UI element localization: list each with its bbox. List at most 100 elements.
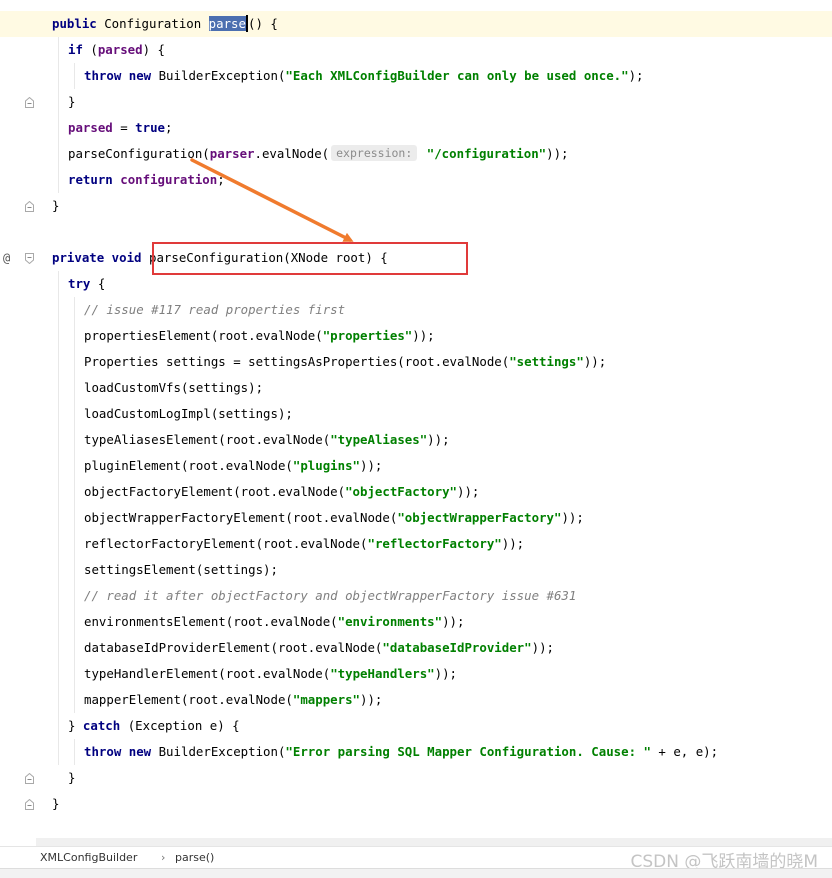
code-token: )); [531,640,554,655]
code-token: databaseIdProviderElement(root.evalNode( [84,640,383,655]
code-token: (Exception e) { [120,718,240,733]
code-line[interactable]: pluginElement(root.evalNode("plugins")); [0,453,832,479]
code-token: Properties settings = settingsAsProperti… [84,354,510,369]
breadcrumb-separator: › [161,851,166,864]
code-line[interactable]: } catch (Exception e) { [0,713,832,739]
code-line[interactable]: private void parseConfiguration(XNode ro… [0,245,832,271]
string-token: "objectFactory" [345,484,457,499]
code-token: )); [501,536,525,551]
code-line-text: typeHandlerElement(root.evalNode("typeHa… [84,661,457,687]
keyword-token: public [52,16,97,31]
code-line[interactable]: parsed = true; [0,115,832,141]
code-line[interactable]: // read it after objectFactory and objec… [0,583,832,609]
keyword-token: true [135,120,165,135]
keyword-token: if [68,42,83,57]
keyword-token: throw new [84,744,152,759]
code-token: parseConfiguration( [68,146,210,161]
code-token: loadCustomVfs(settings); [84,380,264,395]
code-token: )); [457,484,480,499]
code-line-text: databaseIdProviderElement(root.evalNode(… [84,635,554,661]
code-line-text: Properties settings = settingsAsProperti… [84,349,606,375]
code-token: () { [247,16,278,31]
keyword-token: try [68,276,91,291]
code-line[interactable]: throw new BuilderException("Each XMLConf… [0,63,832,89]
breadcrumb-class[interactable]: XMLConfigBuilder [40,851,137,864]
code-line[interactable]: // issue #117 read properties first [0,297,832,323]
code-line-text: throw new BuilderException("Error parsin… [84,739,718,765]
code-line[interactable]: typeHandlerElement(root.evalNode("typeHa… [0,661,832,687]
code-line[interactable]: Properties settings = settingsAsProperti… [0,349,832,375]
code-line[interactable]: objectFactoryElement(root.evalNode("obje… [0,479,832,505]
horizontal-scrollbar[interactable] [36,838,832,846]
code-line[interactable]: } [0,89,832,115]
code-line[interactable]: settingsElement(settings); [0,557,832,583]
code-line[interactable]: environmentsElement(root.evalNode("envir… [0,609,832,635]
code-editor[interactable]: @ public Configuration parse() {if (pars… [0,0,832,838]
code-token: } [68,718,83,733]
code-line-text: typeAliasesElement(root.evalNode("typeAl… [84,427,450,453]
code-line-text: } [68,765,75,791]
field-token: configuration [120,172,218,187]
field-token: parsed [97,42,143,57]
breadcrumb-method[interactable]: parse() [175,851,214,864]
code-line[interactable] [0,219,832,245]
code-line[interactable]: loadCustomLogImpl(settings); [0,401,832,427]
code-line[interactable]: typeAliasesElement(root.evalNode("typeAl… [0,427,832,453]
code-line[interactable]: } [0,765,832,791]
code-line-text: parsed = true; [68,115,172,141]
code-line[interactable]: return configuration; [0,167,832,193]
code-token: )); [561,510,584,525]
code-token: } [52,796,60,811]
code-line-text: parseConfiguration(parser.evalNode(expre… [68,141,569,167]
string-token: "/configuration" [426,146,547,161]
code-token: loadCustomLogImpl(settings); [84,406,293,421]
code-token: objectWrapperFactoryElement(root.evalNod… [84,510,398,525]
code-token: ); [628,68,644,83]
code-token: )); [360,692,383,707]
code-line[interactable]: objectWrapperFactoryElement(root.evalNod… [0,505,832,531]
code-line[interactable]: loadCustomVfs(settings); [0,375,832,401]
code-line-text: objectFactoryElement(root.evalNode("obje… [84,479,479,505]
string-token: "Each XMLConfigBuilder can only be used … [285,68,629,83]
string-token: "typeHandlers" [330,666,435,681]
code-line-text: reflectorFactoryElement(root.evalNode("r… [84,531,524,557]
code-line[interactable]: } [0,791,832,817]
string-token: "mappers" [292,692,361,707]
parameter-hint: expression: [331,145,418,161]
code-token: { [90,276,106,291]
code-line-text: if (parsed) { [68,37,165,63]
keyword-token: private void [52,250,142,265]
code-line[interactable]: throw new BuilderException("Error parsin… [0,739,832,765]
field-token: parser [209,146,255,161]
code-line-text: throw new BuilderException("Each XMLConf… [84,63,644,89]
code-token: )); [434,666,458,681]
code-line-text: environmentsElement(root.evalNode("envir… [84,609,464,635]
comment-token: // read it after objectFactory and objec… [84,588,577,603]
code-line[interactable]: } [0,193,832,219]
code-token: mapperElement(root.evalNode( [84,692,293,707]
code-token: + e, e); [650,744,719,759]
code-line[interactable]: if (parsed) { [0,37,832,63]
code-token: ; [217,172,225,187]
string-token: "reflectorFactory" [367,536,502,551]
code-line-text: } catch (Exception e) { [68,713,240,739]
code-line[interactable]: parseConfiguration(parser.evalNode(expre… [0,141,832,167]
code-line[interactable]: try { [0,271,832,297]
code-token: BuilderException( [151,68,286,83]
string-token: "plugins" [292,458,361,473]
code-token: objectFactoryElement(root.evalNode( [84,484,346,499]
code-line-text: try { [68,271,105,297]
code-token: ; [165,120,173,135]
code-token: } [68,94,76,109]
string-token: "properties" [322,328,413,343]
code-token: } [68,770,76,785]
code-line[interactable]: mapperElement(root.evalNode("mappers")); [0,687,832,713]
code-line[interactable]: reflectorFactoryElement(root.evalNode("r… [0,531,832,557]
code-line-text: // read it after objectFactory and objec… [84,583,576,609]
code-line[interactable]: public Configuration parse() { [0,11,832,37]
code-token: Configuration [96,16,209,31]
code-line[interactable]: propertiesElement(root.evalNode("propert… [0,323,832,349]
code-line[interactable]: databaseIdProviderElement(root.evalNode(… [0,635,832,661]
code-line-text: loadCustomLogImpl(settings); [84,401,293,427]
